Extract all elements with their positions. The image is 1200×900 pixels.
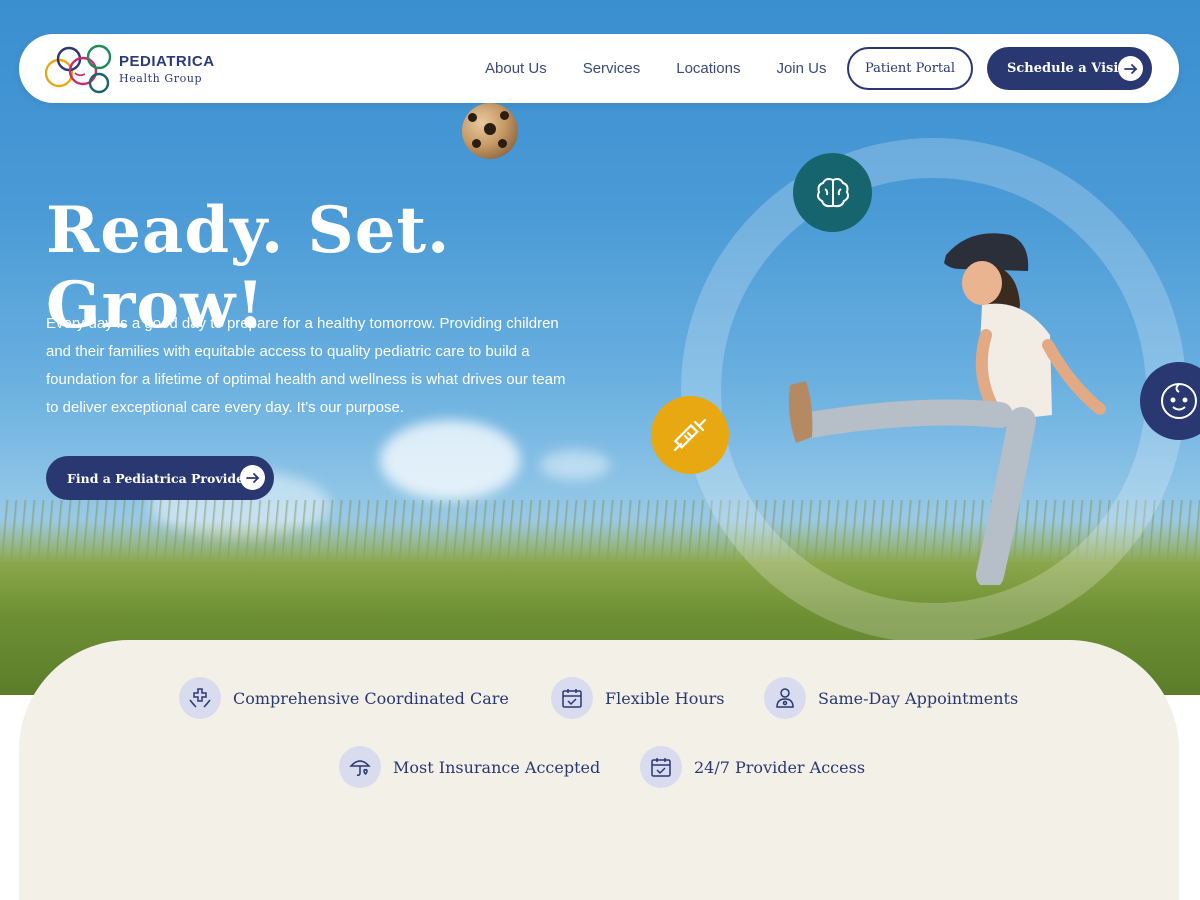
schedule-visit-label: Schedule a Visit bbox=[1007, 61, 1125, 76]
nav-join-us[interactable]: Join Us bbox=[776, 60, 826, 77]
hero-description: Every day is a good day to prepare for a… bbox=[46, 315, 566, 416]
brain-icon bbox=[816, 177, 849, 207]
child-kicking-illustration bbox=[788, 233, 1106, 585]
brand-name: PEDIATRICA bbox=[119, 53, 215, 70]
baby-face-icon bbox=[1161, 383, 1197, 419]
care-hands-icon bbox=[179, 677, 221, 719]
arrow-right-icon bbox=[240, 465, 265, 490]
feature-flexible-hours: Flexible Hours bbox=[551, 677, 725, 719]
arrow-right-icon bbox=[1118, 56, 1143, 81]
cloud bbox=[380, 420, 520, 500]
soccer-ball bbox=[462, 103, 518, 159]
doctor-icon bbox=[764, 677, 806, 719]
feature-coordinated-care: Comprehensive Coordinated Care bbox=[179, 677, 509, 719]
brand-subtitle: Health Group bbox=[119, 72, 203, 85]
nav-about-us[interactable]: About Us bbox=[485, 60, 547, 77]
calendar-icon bbox=[551, 677, 593, 719]
feature-label: Same-Day Appointments bbox=[818, 688, 1019, 708]
find-provider-button[interactable]: Find a Pediatrica Provider bbox=[46, 456, 274, 500]
feature-same-day: Same-Day Appointments bbox=[764, 677, 1018, 719]
feature-insurance: Most Insurance Accepted bbox=[339, 746, 600, 788]
hero-section: Ready. Set. Grow! Every day is a good da… bbox=[0, 0, 1200, 695]
syringe-icon bbox=[673, 418, 707, 452]
brand-logo[interactable]: PEDIATRICA Health Group bbox=[44, 43, 235, 95]
feature-label: Most Insurance Accepted bbox=[393, 757, 601, 777]
top-navbar: PEDIATRICA Health Group About Us Service… bbox=[19, 34, 1179, 103]
nav-services[interactable]: Services bbox=[583, 60, 641, 77]
nav-locations[interactable]: Locations bbox=[676, 60, 740, 77]
schedule-visit-button[interactable]: Schedule a Visit bbox=[987, 47, 1152, 90]
syringe-icon-badge bbox=[651, 396, 729, 474]
feature-label: 24/7 Provider Access bbox=[694, 757, 866, 777]
umbrella-heart-icon bbox=[339, 746, 381, 788]
feature-label: Comprehensive Coordinated Care bbox=[233, 688, 509, 708]
feature-label: Flexible Hours bbox=[605, 688, 725, 708]
primary-nav: About Us Services Locations Join Us bbox=[485, 34, 862, 103]
patient-portal-button[interactable]: Patient Portal bbox=[847, 47, 973, 90]
calendar-check-icon bbox=[640, 746, 682, 788]
find-provider-label: Find a Pediatrica Provider bbox=[67, 470, 251, 486]
feature-provider-access: 24/7 Provider Access bbox=[640, 746, 865, 788]
brain-icon-badge bbox=[793, 153, 872, 232]
logo-circles-icon bbox=[44, 43, 112, 95]
cloud bbox=[540, 450, 610, 480]
